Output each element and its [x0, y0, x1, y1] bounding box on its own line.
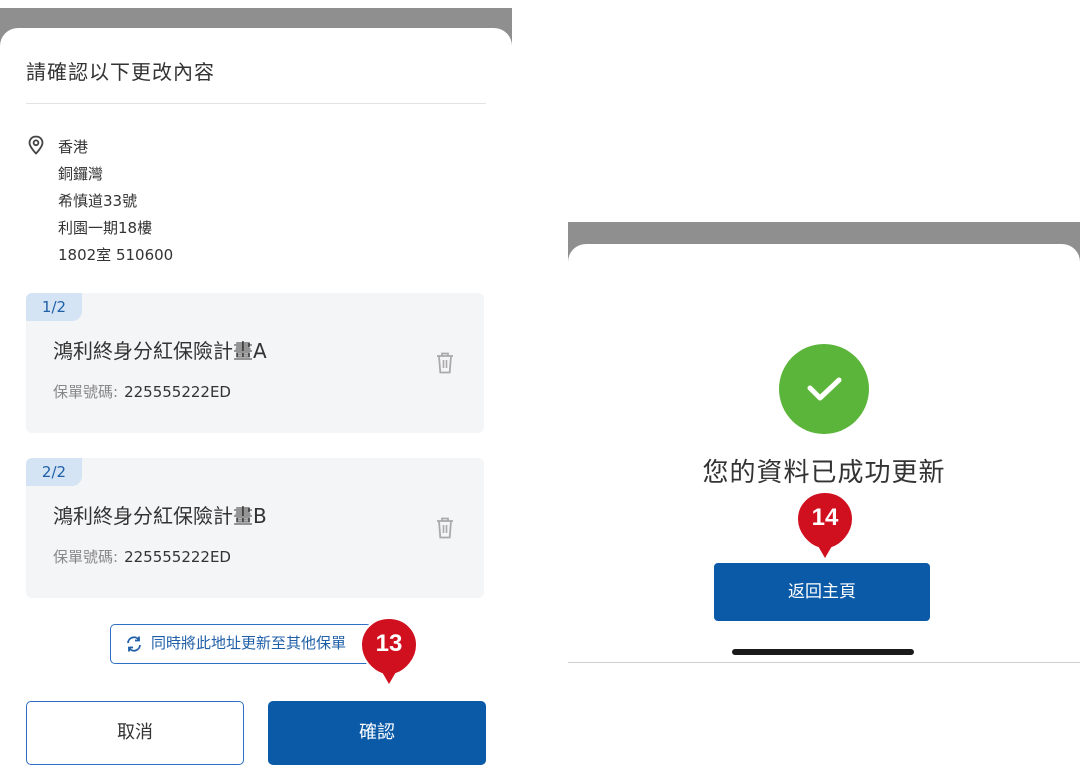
policy-number-row: 保單號碼: 225555222ED: [53, 546, 231, 567]
sheet-title: 請確認以下更改內容: [26, 60, 215, 84]
policy-name: 鴻利終身分紅保險計畫B: [53, 504, 267, 528]
policy-number-row: 保單號碼: 225555222ED: [53, 381, 231, 402]
trash-icon[interactable]: [434, 516, 456, 540]
step-marker: 14: [794, 490, 856, 562]
title-divider: [26, 103, 486, 104]
success-screen: 您的資料已成功更新 返回主頁: [568, 222, 1080, 664]
policy-number: 225555222ED: [124, 383, 231, 401]
policy-number-label: 保單號碼:: [53, 383, 119, 401]
home-indicator: [732, 649, 914, 655]
stage: 請確認以下更改內容 香港 銅鑼灣 希慎道33號 利園一期18樓 1802室 51…: [0, 0, 1080, 775]
sync-button-label: 同時將此地址更新至其他保單: [151, 634, 347, 652]
policy-index-badge: 2/2: [26, 458, 82, 486]
policy-number: 225555222ED: [124, 548, 231, 566]
confirm-button[interactable]: 確認: [268, 701, 486, 765]
policy-card: 2/2 鴻利終身分紅保險計畫B 保單號碼: 225555222ED: [26, 458, 484, 598]
policy-index-badge: 1/2: [26, 293, 82, 321]
policy-card: 1/2 鴻利終身分紅保險計畫A 保單號碼: 225555222ED: [26, 293, 484, 433]
panel-divider: [568, 662, 1080, 663]
sync-address-button[interactable]: 同時將此地址更新至其他保單: [110, 624, 372, 664]
step-marker-number: 13: [375, 630, 403, 657]
location-pin-icon: [28, 135, 44, 155]
confirm-screen: 請確認以下更改內容 香港 銅鑼灣 希慎道33號 利園一期18樓 1802室 51…: [0, 0, 512, 775]
success-message: 您的資料已成功更新: [702, 458, 946, 488]
step-marker: 13: [358, 616, 420, 688]
trash-icon[interactable]: [434, 351, 456, 375]
address-line: 利園一期18樓: [58, 219, 153, 237]
address-line: 希慎道33號: [58, 192, 138, 210]
back-to-home-button[interactable]: 返回主頁: [714, 563, 930, 621]
cancel-button[interactable]: 取消: [26, 701, 244, 765]
step-marker-number: 14: [811, 504, 839, 531]
policy-number-label: 保單號碼:: [53, 548, 119, 566]
checkmark-icon: [807, 377, 842, 401]
policy-name: 鴻利終身分紅保險計畫A: [53, 339, 267, 363]
success-badge: [779, 344, 869, 434]
sync-icon: [127, 636, 141, 652]
address-line: 銅鑼灣: [58, 165, 104, 183]
address-line: 香港: [58, 138, 89, 156]
address-line: 1802室 510600: [58, 246, 174, 264]
address-block: 香港 銅鑼灣 希慎道33號 利園一期18樓 1802室 510600: [58, 134, 173, 269]
